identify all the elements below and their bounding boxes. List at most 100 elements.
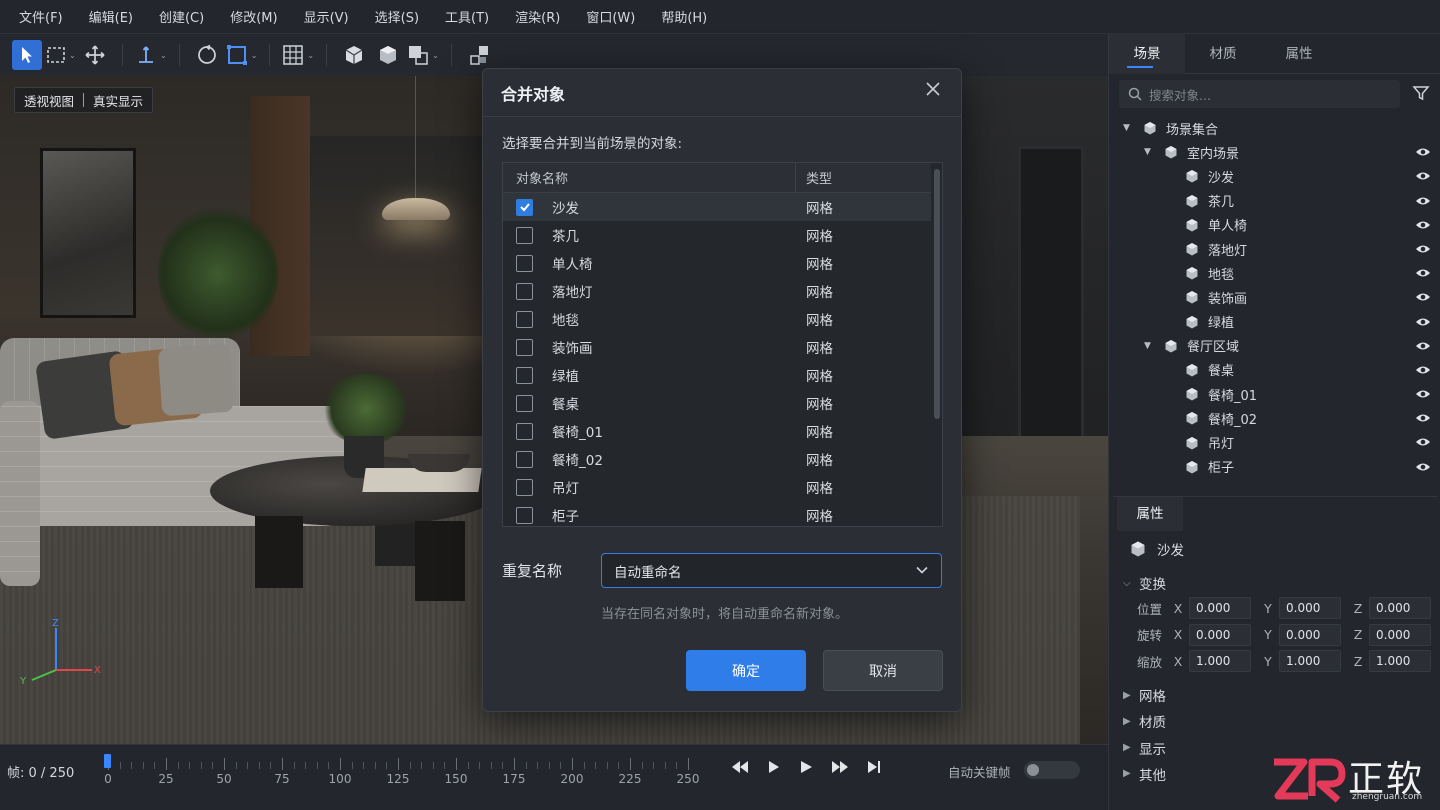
object-checkbox[interactable] xyxy=(516,450,533,468)
eye-icon[interactable] xyxy=(1415,146,1431,158)
timeline-ruler[interactable]: 0 25 50 75 100 125 150 175 200 225 250 xyxy=(100,750,700,800)
search-input[interactable]: 搜索对象... xyxy=(1119,80,1400,108)
z-field[interactable]: 0.000 xyxy=(1369,597,1431,619)
marquee-select-button[interactable]: ⌄ xyxy=(46,40,76,70)
section-collapsed[interactable]: ▶ 显示 xyxy=(1123,738,1166,758)
fast-forward-icon[interactable] xyxy=(830,759,850,775)
tab-properties[interactable]: 属性 xyxy=(1261,34,1337,74)
tree-item[interactable]: 茶几 xyxy=(1113,189,1439,213)
object-row[interactable]: 茶几 网格 xyxy=(503,221,931,249)
menu-item[interactable]: 渲染(R) xyxy=(502,7,573,26)
object-row[interactable]: 餐椅_02 网格 xyxy=(503,445,931,473)
boolean-tool-button[interactable]: ⌄ xyxy=(407,40,439,70)
section-collapsed[interactable]: ▶ 网格 xyxy=(1123,685,1166,705)
pivot-tool-button[interactable]: ⌄ xyxy=(135,40,167,70)
object-checkbox[interactable] xyxy=(516,198,533,216)
viewport-mode-label[interactable]: 透视视图 真实显示 xyxy=(14,87,154,113)
object-row[interactable]: 柜子 网格 xyxy=(503,501,931,526)
tab-material[interactable]: 材质 xyxy=(1185,34,1261,74)
object-checkbox[interactable] xyxy=(516,310,533,328)
object-row[interactable]: 绿植 网格 xyxy=(503,361,931,389)
eye-icon[interactable] xyxy=(1415,388,1431,400)
eye-icon[interactable] xyxy=(1415,291,1431,303)
menu-item[interactable]: 工具(T) xyxy=(432,7,502,26)
skip-end-icon[interactable] xyxy=(866,759,882,775)
object-checkbox[interactable] xyxy=(516,506,533,524)
tree-item[interactable]: 沙发 xyxy=(1113,164,1439,188)
section-transform[interactable]: ⌵ 变换 xyxy=(1123,573,1166,593)
eye-icon[interactable] xyxy=(1415,316,1431,328)
object-checkbox[interactable] xyxy=(516,366,533,384)
cancel-button[interactable]: 取消 xyxy=(823,650,943,691)
eye-icon[interactable] xyxy=(1415,195,1431,207)
tree-item[interactable]: 绿植 xyxy=(1113,310,1439,334)
step-back-icon[interactable] xyxy=(766,759,782,775)
eye-icon[interactable] xyxy=(1415,170,1431,182)
column-header-type[interactable]: 类型 xyxy=(796,168,832,187)
tree-item[interactable]: ▼ 场景集合 xyxy=(1113,116,1439,140)
tree-item[interactable]: 餐椅_01 xyxy=(1113,382,1439,406)
tree-item[interactable]: ▼ 餐厅区域 xyxy=(1113,334,1439,358)
column-header-name[interactable]: 对象名称 xyxy=(503,163,796,192)
menu-item[interactable]: 窗口(W) xyxy=(573,7,648,26)
align-tool-button[interactable] xyxy=(464,40,494,70)
x-field[interactable]: 0.000 xyxy=(1189,623,1251,646)
autokey-toggle[interactable] xyxy=(1024,761,1080,779)
tree-item[interactable]: ▼ 室内场景 xyxy=(1113,140,1439,164)
object-row[interactable]: 吊灯 网格 xyxy=(503,473,931,501)
eye-icon[interactable] xyxy=(1415,364,1431,376)
y-field[interactable]: 1.000 xyxy=(1279,650,1341,672)
rotate-tool-button[interactable] xyxy=(192,40,222,70)
tree-item[interactable]: 单人椅 xyxy=(1113,213,1439,237)
object-checkbox[interactable] xyxy=(516,282,533,300)
menu-item[interactable]: 文件(F) xyxy=(6,7,76,26)
object-row[interactable]: 餐椅_01 网格 xyxy=(503,417,931,445)
tree-item[interactable]: 地毯 xyxy=(1113,261,1439,285)
object-row[interactable]: 单人椅 网格 xyxy=(503,249,931,277)
tree-item[interactable]: 吊灯 xyxy=(1113,430,1439,454)
duplicate-name-select[interactable]: 自动重命名 xyxy=(601,553,942,588)
select-tool-button[interactable] xyxy=(12,40,42,70)
object-checkbox[interactable] xyxy=(516,394,533,412)
tree-item[interactable]: 柜子 xyxy=(1113,455,1439,479)
menu-item[interactable]: 创建(C) xyxy=(146,7,217,26)
rewind-icon[interactable] xyxy=(730,759,750,775)
display-mode[interactable]: 真实显示 xyxy=(84,91,152,110)
object-checkbox[interactable] xyxy=(516,338,533,356)
menu-item[interactable]: 显示(V) xyxy=(291,7,362,26)
section-collapsed[interactable]: ▶ 其他 xyxy=(1123,764,1166,784)
object-row[interactable]: 餐桌 网格 xyxy=(503,389,931,417)
menu-item[interactable]: 编辑(E) xyxy=(76,7,146,26)
tab-scene[interactable]: 场景 xyxy=(1109,33,1185,74)
x-field[interactable]: 0.000 xyxy=(1189,597,1251,619)
z-field[interactable]: 1.000 xyxy=(1369,650,1431,672)
view-mode[interactable]: 透视视图 xyxy=(15,91,83,110)
tree-item[interactable]: 装饰画 xyxy=(1113,285,1439,309)
object-row[interactable]: 落地灯 网格 xyxy=(503,277,931,305)
object-checkbox[interactable] xyxy=(516,226,533,244)
grid-snap-button[interactable]: ⌄ xyxy=(282,40,314,70)
chevron-down-icon[interactable]: ▼ xyxy=(1144,147,1154,157)
move-tool-button[interactable] xyxy=(80,40,110,70)
list-scrollbar[interactable] xyxy=(934,169,940,419)
tab-properties-section[interactable]: 属性 xyxy=(1117,497,1183,531)
playhead[interactable] xyxy=(104,754,111,768)
y-field[interactable]: 0.000 xyxy=(1279,597,1341,619)
menu-item[interactable]: 修改(M) xyxy=(217,7,290,26)
tree-item[interactable]: 餐椅_02 xyxy=(1113,406,1439,430)
object-row[interactable]: 装饰画 网格 xyxy=(503,333,931,361)
close-button[interactable] xyxy=(923,81,943,101)
chevron-down-icon[interactable]: ▼ xyxy=(1123,123,1133,133)
object-checkbox[interactable] xyxy=(516,422,533,440)
eye-icon[interactable] xyxy=(1415,436,1431,448)
x-field[interactable]: 1.000 xyxy=(1189,650,1251,672)
eye-icon[interactable] xyxy=(1415,461,1431,473)
object-row[interactable]: 地毯 网格 xyxy=(503,305,931,333)
tree-item[interactable]: 落地灯 xyxy=(1113,237,1439,261)
create-box-button[interactable] xyxy=(339,40,369,70)
object-list[interactable]: 对象名称 类型 沙发 网格 茶几 网格 单人椅 网格 落地灯 网格 地毯 网格 装饰画 网格 绿植 网格餐… xyxy=(502,162,943,527)
play-icon[interactable] xyxy=(798,759,814,775)
scale-tool-button[interactable]: ⌄ xyxy=(226,40,257,70)
eye-icon[interactable] xyxy=(1415,243,1431,255)
z-field[interactable]: 0.000 xyxy=(1369,623,1431,646)
